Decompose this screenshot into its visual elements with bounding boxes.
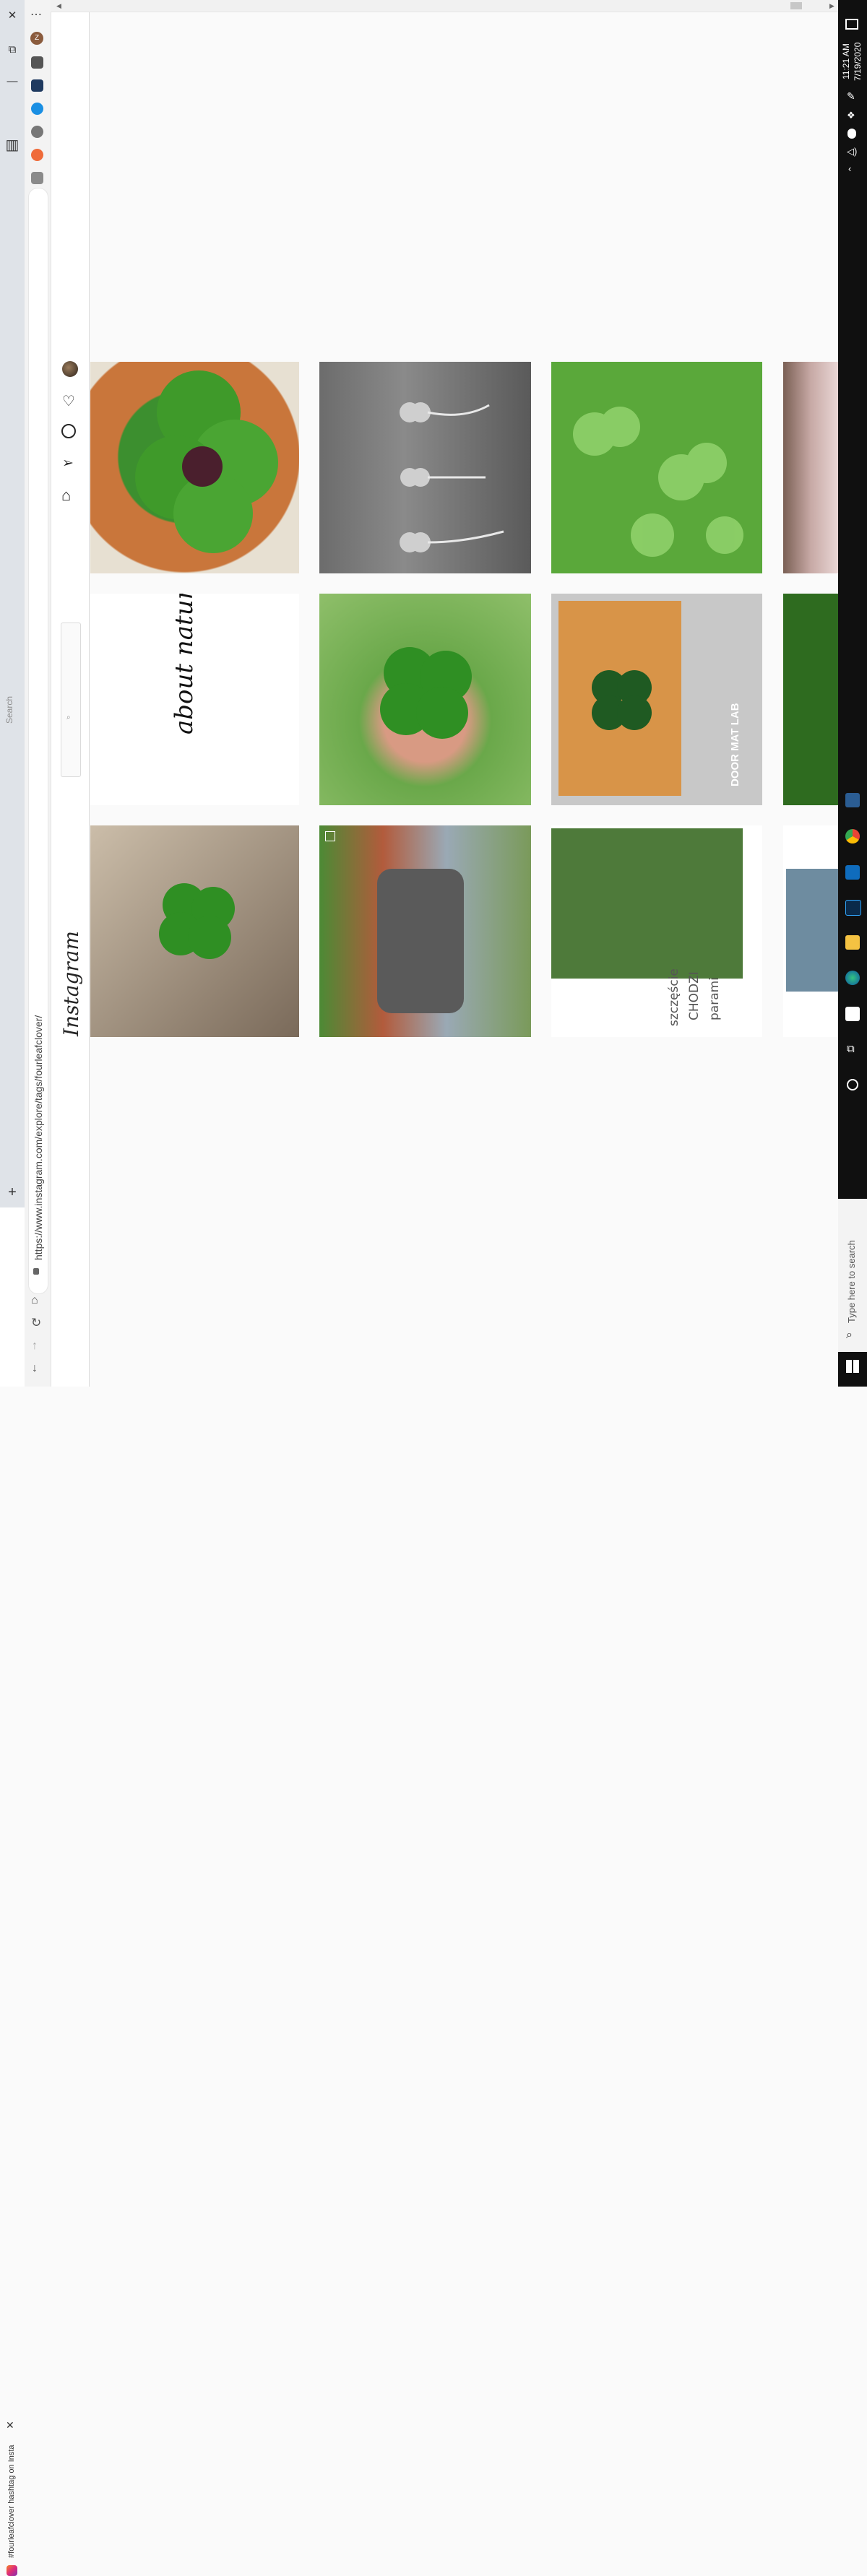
store-app-icon[interactable] bbox=[845, 1007, 860, 1021]
post-tile-7[interactable]: DOOR MAT LAB bbox=[551, 594, 762, 805]
extensions-icon[interactable] bbox=[31, 56, 43, 69]
back-icon[interactable]: ↓ bbox=[32, 1362, 38, 1375]
fingers-clover-illustration bbox=[159, 883, 235, 959]
search-input[interactable]: Search bbox=[4, 623, 81, 777]
caption-line-1: szczęście bbox=[667, 968, 681, 1026]
clover-grass-illustration bbox=[573, 407, 743, 557]
lock-icon[interactable] bbox=[33, 1268, 39, 1275]
pen-icon[interactable]: ✎ bbox=[847, 90, 855, 103]
taskbar-date[interactable]: 7/19/2020 bbox=[853, 43, 863, 81]
child-portrait-shape bbox=[786, 869, 838, 992]
close-tab-icon[interactable]: ✕ bbox=[6, 2419, 14, 2432]
extension-icon-2[interactable] bbox=[31, 103, 43, 115]
search-placeholder: Search bbox=[4, 695, 14, 724]
clover-pot-illustration bbox=[135, 370, 278, 553]
post-tile-9[interactable] bbox=[90, 825, 299, 1037]
outlook-app-icon[interactable] bbox=[845, 865, 860, 880]
post-tile-10[interactable] bbox=[319, 825, 531, 1037]
post-tile-2[interactable] bbox=[319, 362, 531, 573]
activity-heart-icon[interactable]: ♡ bbox=[62, 392, 75, 410]
search-icon: ⌕ bbox=[846, 1329, 853, 1341]
settings-app-icon[interactable] bbox=[845, 793, 860, 807]
browser-menu-icon[interactable]: ⋯ bbox=[30, 7, 42, 22]
tab-title: #fourleafclover hashtag on Insta bbox=[7, 2445, 16, 2558]
post-tile-1[interactable] bbox=[90, 362, 299, 573]
taskbar-search-placeholder: Type here to search bbox=[846, 1240, 857, 1323]
browser-tab-strip: ✕ ⧉ — ▥ + bbox=[0, 0, 25, 1387]
about-nature-text: about nature bbox=[170, 594, 199, 734]
home-icon[interactable]: ⌂ bbox=[61, 486, 71, 505]
taskbar-time[interactable]: 11:21 AM bbox=[841, 43, 851, 79]
multi-photo-icon bbox=[325, 831, 335, 841]
task-view-icon[interactable]: ⧉ bbox=[847, 1043, 855, 1055]
instagram-logo[interactable]: Instagram bbox=[59, 931, 83, 1036]
chrome-app-icon[interactable] bbox=[845, 829, 860, 844]
tab-layout-icon[interactable]: ▥ bbox=[0, 136, 25, 154]
close-window-icon[interactable]: ✕ bbox=[0, 9, 25, 22]
extension-icon-5[interactable] bbox=[31, 172, 43, 184]
post-tile-4[interactable] bbox=[783, 362, 838, 573]
dropbox-icon[interactable]: ❖ bbox=[847, 110, 855, 121]
home-icon[interactable]: ⌂ bbox=[31, 1294, 38, 1307]
scroll-thumb[interactable] bbox=[790, 2, 802, 9]
photoshop-app-icon[interactable] bbox=[845, 900, 861, 916]
refresh-icon[interactable]: ↻ bbox=[31, 1316, 41, 1330]
doormat-label: DOOR MAT LAB bbox=[729, 703, 741, 786]
post-tile-11[interactable]: szczęście CHODZI parami bbox=[551, 825, 762, 1037]
minimize-icon[interactable]: — bbox=[0, 75, 25, 87]
profile-avatar-icon[interactable] bbox=[62, 361, 78, 377]
notifications-icon[interactable] bbox=[845, 19, 858, 30]
post-tile-8[interactable] bbox=[783, 594, 838, 805]
windows-taskbar bbox=[838, 0, 867, 1387]
url-text[interactable]: https://www.instagram.com/explore/tags/f… bbox=[33, 1015, 44, 1260]
instagram-favicon-icon bbox=[7, 2565, 17, 2576]
hand-clover-illustration bbox=[380, 647, 472, 739]
forward-icon[interactable]: ↑ bbox=[32, 1340, 38, 1353]
extension-icon-3[interactable] bbox=[31, 126, 43, 138]
scroll-left-arrow-icon[interactable]: ◀ bbox=[56, 2, 61, 10]
cloud-icon[interactable] bbox=[847, 129, 856, 139]
file-explorer-icon[interactable] bbox=[845, 935, 860, 950]
man-figure-shape bbox=[377, 869, 464, 1013]
new-tab-button[interactable]: + bbox=[0, 1184, 25, 1201]
profile-avatar[interactable]: Z bbox=[30, 32, 43, 45]
active-tab[interactable]: #fourleafclover hashtag on Insta ✕ bbox=[0, 1207, 25, 2576]
explore-compass-icon[interactable] bbox=[61, 424, 76, 438]
post-tile-6[interactable] bbox=[319, 594, 531, 805]
direct-send-icon[interactable]: ➢ bbox=[62, 455, 74, 472]
caption-line-3: parami bbox=[707, 977, 722, 1020]
extension-icon-4[interactable] bbox=[31, 149, 43, 161]
cortana-icon[interactable] bbox=[847, 1079, 858, 1090]
post-tile-3[interactable] bbox=[551, 362, 762, 573]
extension-icon-1[interactable] bbox=[31, 79, 43, 92]
post-tile-5[interactable]: about nature bbox=[90, 594, 299, 805]
post-tile-12[interactable] bbox=[783, 825, 838, 1037]
chevron-up-icon[interactable]: ‹ bbox=[848, 163, 851, 174]
horizontal-scrollbar[interactable]: ◀ ▶ bbox=[51, 0, 838, 12]
windows-start-icon[interactable] bbox=[846, 1360, 859, 1373]
clover-photo-shape bbox=[551, 828, 743, 979]
caption-line-2: CHODZI bbox=[687, 971, 702, 1020]
search-icon: ⌕ bbox=[66, 714, 71, 721]
tab-actions-icon[interactable]: ⧉ bbox=[0, 43, 25, 56]
scroll-right-arrow-icon[interactable]: ▶ bbox=[829, 2, 834, 10]
edge-app-icon[interactable] bbox=[845, 971, 860, 985]
volume-icon[interactable]: ◁) bbox=[847, 146, 857, 157]
bw-clovers-illustration bbox=[400, 402, 504, 552]
